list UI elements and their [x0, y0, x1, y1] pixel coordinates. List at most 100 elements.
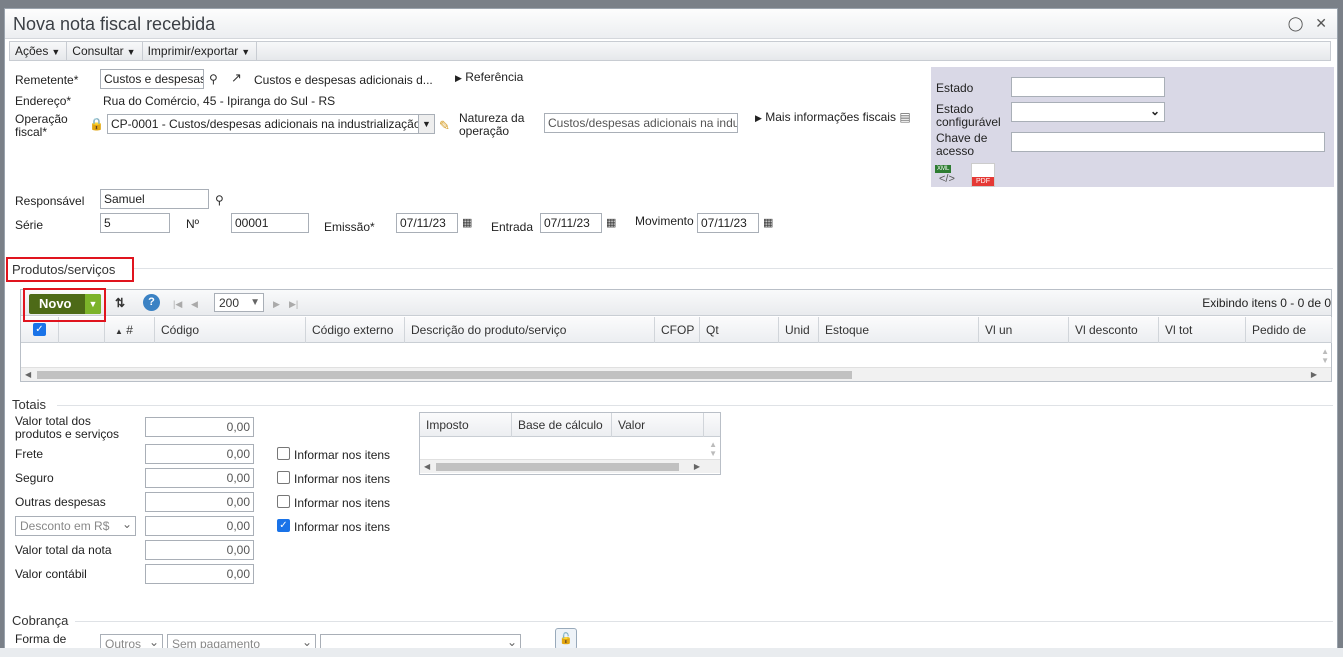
operacao-label: Operação fiscal* [15, 112, 68, 139]
col-unid[interactable]: Unid [779, 317, 819, 343]
menu-acoes[interactable]: Ações ▼ [10, 42, 68, 60]
col-estoque[interactable]: Estoque [819, 317, 979, 343]
impostos-header: Imposto Base de cálculo Valor [420, 413, 720, 437]
referencia-toggle[interactable]: ▶ Referência [455, 71, 523, 85]
natureza-input[interactable]: Custos/despesas adicionais na indu [544, 113, 738, 133]
search-icon[interactable]: ⚲ [215, 193, 224, 207]
divider [75, 621, 1333, 622]
search-icon[interactable]: ⚲ [209, 72, 218, 86]
chevron-down-icon: ▼ [250, 297, 260, 308]
desconto-tipo-select[interactable]: Desconto em R$ ⌄ [15, 516, 136, 536]
calendar-icon[interactable]: ▦ [606, 216, 616, 230]
total-produtos-label: Valor total dos produtos e serviços [15, 414, 120, 441]
valor-contabil-label: Valor contábil [15, 567, 87, 581]
valor-total-nota-input[interactable]: 0,00 [145, 540, 254, 560]
estado-label: Estado [936, 81, 974, 95]
mais-informacoes-toggle[interactable]: ▶ Mais informações fiscais ▤ [755, 111, 911, 125]
desconto-input[interactable]: 0,00 [145, 516, 254, 536]
seguro-informar-checkbox[interactable] [277, 471, 290, 484]
produtos-hscroll[interactable]: ◀ ▶ [21, 367, 1331, 381]
total-produtos-input[interactable]: 0,00 [145, 417, 254, 437]
outras-despesas-input[interactable]: 0,00 [145, 492, 254, 512]
calendar-icon[interactable]: ▦ [462, 216, 472, 230]
estado-input[interactable] [1011, 77, 1165, 97]
movimento-input[interactable]: 07/11/23 [697, 213, 759, 233]
vscroll-arrows[interactable]: ▲ ▼ [1321, 347, 1329, 365]
numero-input[interactable]: 00001 [231, 213, 309, 233]
movimento-label: Movimento [635, 214, 694, 228]
external-link-icon[interactable]: ↗ [231, 71, 242, 85]
col-valor[interactable]: Valor [612, 413, 704, 437]
bottom-bar [0, 648, 1343, 657]
xml-badge: XML [935, 165, 952, 173]
chevron-down-icon: ⌄ [1149, 104, 1160, 118]
calendar-icon[interactable]: ▦ [763, 216, 773, 230]
xml-file-icon[interactable]: XML </> [935, 165, 961, 187]
help-icon[interactable]: ? [143, 294, 160, 311]
outras-despesas-informar-label: Informar nos itens [294, 496, 391, 510]
cobranca-section-title: Cobrança [12, 613, 69, 628]
menu-consultar[interactable]: Consultar ▼ [67, 42, 143, 60]
seguro-input[interactable]: 0,00 [145, 468, 254, 488]
grid-header: ✓ ▲ # Código Código externo Descrição do… [21, 317, 1332, 343]
select-all-checkbox[interactable]: ✓ [33, 323, 46, 336]
estado-configuravel-select[interactable]: ⌄ [1011, 102, 1165, 122]
produtos-grid: Novo ▼ ⇅ ? |◀ ◀ 200 ▼ ▶ ▶| Exibindo itens… [20, 289, 1332, 382]
refresh-icon[interactable]: ⇅ [115, 296, 125, 310]
col-cfop[interactable]: CFOP [655, 317, 700, 343]
frete-informar-label: Informar nos itens [294, 448, 391, 462]
window: Nova nota fiscal recebida ◯ ✕ Ações ▼ Cons… [4, 8, 1338, 653]
col-descricao[interactable]: Descrição do produto/serviço [405, 317, 655, 343]
pencil-icon[interactable]: ✎ [439, 119, 450, 133]
col-codigo-externo[interactable]: Código externo [306, 317, 405, 343]
scroll-thumb[interactable] [37, 371, 852, 379]
desconto-informar-checkbox[interactable]: ✓ [277, 519, 290, 532]
unlock-icon[interactable]: 🔓 [555, 628, 577, 650]
col-base-calculo[interactable]: Base de cálculo [512, 413, 612, 437]
outras-despesas-informar-checkbox[interactable] [277, 495, 290, 508]
col-qt[interactable]: Qt [700, 317, 779, 343]
frete-label: Frete [15, 447, 44, 461]
remetente-link[interactable]: Custos e despesas adicionais d... [254, 74, 433, 87]
valor-contabil-input[interactable]: 0,00 [145, 564, 254, 584]
col-imposto[interactable]: Imposto [420, 413, 512, 437]
chevron-down-icon: ⌄ [506, 635, 517, 649]
emissao-label: Emissão* [324, 220, 375, 234]
close-icon[interactable]: ✕ [1315, 15, 1327, 31]
entrada-label: Entrada [491, 220, 534, 234]
divider [57, 405, 1333, 406]
scroll-thumb[interactable] [436, 463, 679, 471]
col-number[interactable]: ▲ # [105, 317, 155, 343]
remetente-input[interactable]: Custos e despesas [100, 69, 204, 89]
col-codigo[interactable]: Código [155, 317, 306, 343]
prev-page-icon[interactable]: ◀ [191, 297, 198, 311]
endereco-label: Endereço* [15, 94, 72, 108]
menu-imprimir-exportar[interactable]: Imprimir/exportar ▼ [143, 42, 258, 60]
seguro-informar-label: Informar nos itens [294, 472, 391, 486]
vscroll-arrows[interactable]: ▲ ▼ [709, 440, 717, 458]
entrada-input[interactable]: 07/11/23 [540, 213, 602, 233]
responsavel-label: Responsável [15, 194, 85, 208]
frete-input[interactable]: 0,00 [145, 444, 254, 464]
serie-input[interactable]: 5 [100, 213, 170, 233]
frete-informar-checkbox[interactable] [277, 447, 290, 460]
impostos-hscroll[interactable]: ◀ ▶ [420, 459, 720, 473]
col-pedido[interactable]: Pedido de [1246, 317, 1332, 343]
comment-icon[interactable]: ◯ [1288, 15, 1304, 31]
next-page-icon[interactable]: ▶ [273, 297, 280, 311]
col-vl-desconto[interactable]: Vl desconto [1069, 317, 1159, 343]
first-page-icon[interactable]: |◀ [173, 297, 182, 311]
expand-arrow-icon: ▶ [455, 73, 462, 83]
pdf-file-icon[interactable]: PDF [971, 163, 995, 187]
endereco-value: Rua do Comércio, 45 - Ipiranga do Sul - … [103, 94, 336, 108]
operacao-fiscal-select[interactable]: CP-0001 - Custos/despesas adicionais na … [107, 114, 435, 134]
col-vl-tot[interactable]: Vl tot [1159, 317, 1246, 343]
responsavel-input[interactable]: Samuel [100, 189, 209, 209]
chevron-down-icon: ⌄ [121, 517, 132, 531]
totais-section-title: Totais [12, 397, 46, 412]
last-page-icon[interactable]: ▶| [289, 297, 298, 311]
page-size-select[interactable]: 200 ▼ [214, 293, 264, 312]
chave-acesso-input[interactable] [1011, 132, 1325, 152]
col-vl-un[interactable]: Vl un [979, 317, 1069, 343]
emissao-input[interactable]: 07/11/23 [396, 213, 458, 233]
